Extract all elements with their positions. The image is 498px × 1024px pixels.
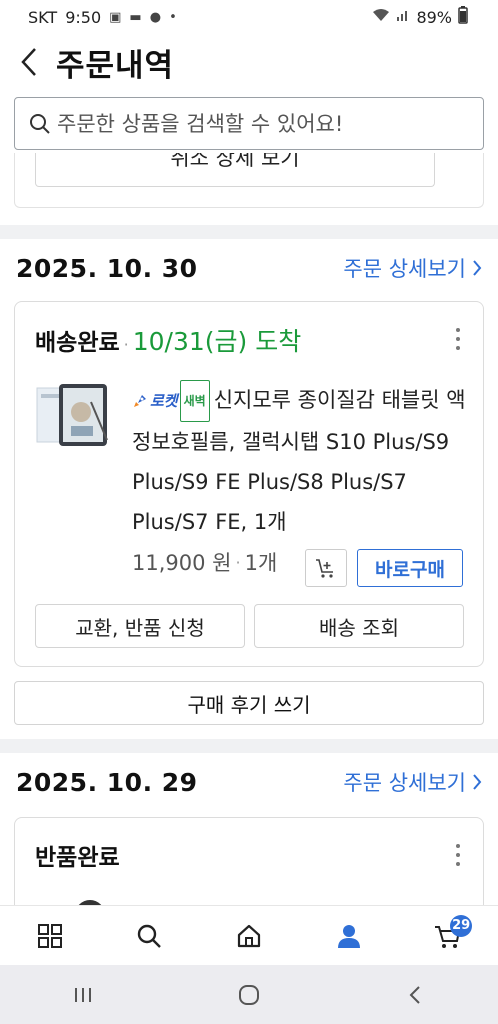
product-quantity: 1개 [244,551,278,575]
grid-icon [37,923,62,948]
order-date: 2025. 10. 29 [16,767,198,797]
rocket-label: 로켓 [150,392,178,410]
exchange-return-button[interactable]: 교환, 반품 신청 [35,604,245,648]
page-title: 주문내역 [56,47,175,84]
cart-plus-icon [316,559,333,578]
search-input[interactable] [57,111,457,136]
dot-icon: • [169,9,177,25]
cancel-detail-button[interactable]: 취소 상세 보기 [35,153,435,187]
product-info[interactable]: 로켓 새벽 신지모루 종이질감 태블릿 액정보호필름, 갤럭시탭 S10 Plu… [132,380,467,542]
search-icon [30,113,50,134]
more-options-icon[interactable] [455,328,461,350]
buy-now-button[interactable]: 바로구매 [357,549,463,587]
chevron-right-icon [473,774,482,790]
bottom-nav: 29 [0,905,498,965]
back-button[interactable] [14,42,44,82]
nav-category[interactable] [20,911,80,961]
nav-my[interactable] [319,911,379,961]
status-right: 89% [372,6,468,28]
system-back-button[interactable] [375,970,455,1020]
nav-search[interactable] [119,911,179,961]
order-date: 2025. 10. 30 [16,253,198,283]
order-group: 2025. 10. 29 주문 상세보기 반품완료 [0,753,498,905]
delivery-status: 배송완료 [35,330,120,356]
rocket-dawn-badge: 로켓 새벽 [132,380,210,422]
separator-dot: · [123,335,129,354]
order-date-row: 2025. 10. 29 주문 상세보기 [0,753,498,811]
order-group: 2025. 10. 30 주문 상세보기 배송완료 · 10/31(금) 도착 [0,239,498,739]
battery-icon [458,6,468,28]
order-card: 배송완료 · 10/31(금) 도착 로켓 새벽 신지모루 종이질감 태블릿 액… [14,301,484,667]
signal-icon [396,8,410,26]
wifi-icon [372,8,390,26]
nav-cart[interactable]: 29 [418,911,478,961]
order-date-row: 2025. 10. 30 주문 상세보기 [0,239,498,297]
chat-icon: ● [149,9,162,25]
gallery-icon: ▣ [109,9,122,25]
prev-order-card: 취소 상세 보기 [14,153,484,208]
header: 주문내역 [0,34,498,90]
order-detail-label: 주문 상세보기 [343,771,466,795]
more-options-icon[interactable] [455,844,461,866]
chevron-right-icon [473,260,482,276]
dawn-label: 새벽 [179,380,210,422]
cart-count-badge: 29 [450,914,473,937]
system-nav [0,965,498,1024]
order-detail-link[interactable]: 주문 상세보기 [343,253,482,283]
separator-dot: · [235,552,241,572]
delivery-status: 반품완료 [35,845,120,871]
order-detail-link[interactable]: 주문 상세보기 [343,767,482,797]
recent-apps-button[interactable] [43,970,123,1020]
nav-home[interactable] [219,911,279,961]
search-icon [138,924,162,948]
person-icon [337,924,360,948]
price-row: 11,900 원 · 1개 [132,547,277,577]
add-to-cart-button[interactable] [305,549,347,587]
write-review-button[interactable]: 구매 후기 쓰기 [14,681,484,725]
arrival-date: 10/31(금) 도착 [132,327,302,356]
home-icon [237,924,261,947]
battery-level: 89% [416,7,452,27]
home-button[interactable] [209,970,289,1020]
recent-apps-icon [75,987,91,1002]
order-card: 반품완료 [14,817,484,905]
product-thumbnail[interactable] [35,382,111,450]
order-detail-label: 주문 상세보기 [343,257,466,281]
notification-icon: ▬ [129,9,142,25]
back-icon [409,985,420,1004]
order-list[interactable]: 취소 상세 보기 2025. 10. 30 주문 상세보기 배송완료 · 10/… [0,153,498,905]
delivery-status-row: 반품완료 [35,838,120,872]
rocket-icon [134,395,146,407]
product-price: 11,900 원 [132,551,232,575]
prev-order-bg: 취소 상세 보기 [0,153,498,225]
delivery-status-row: 배송완료 · 10/31(금) 도착 [35,322,301,358]
status-left: SKT 9:50 ▣ ▬ ● • [28,8,177,27]
carrier: SKT [28,7,58,27]
home-circle-icon [239,984,259,1005]
chevron-left-icon [21,48,36,76]
clock: 9:50 [65,7,102,27]
search-box[interactable] [14,97,484,150]
status-bar: SKT 9:50 ▣ ▬ ● • 89% [0,0,498,34]
tracking-button[interactable]: 배송 조회 [254,604,464,648]
